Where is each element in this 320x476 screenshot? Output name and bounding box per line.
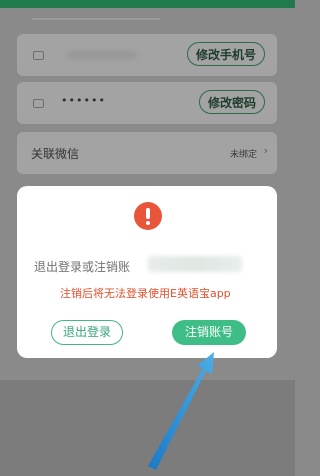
- redacted-text: [148, 256, 242, 272]
- logout-button[interactable]: 退出登录: [51, 320, 123, 345]
- password-value: ••••••: [61, 94, 106, 107]
- header-bar: [0, 0, 295, 8]
- exclamation-bar: [146, 208, 150, 219]
- wechat-label: 关联微信: [31, 147, 80, 161]
- change-phone-button[interactable]: 修改手机号: [186, 42, 265, 66]
- divider: [32, 18, 160, 20]
- chevron-right-icon: ›: [263, 144, 268, 157]
- wechat-row[interactable]: 关联微信 未绑定 ›: [17, 132, 277, 174]
- dialog-warning: 注销后将无法登录使用E英语宝app: [60, 287, 231, 300]
- change-password-button[interactable]: 修改密码: [198, 90, 265, 114]
- dialog-message: 退出登录或注销账: [34, 260, 131, 274]
- phone-icon: [33, 51, 44, 60]
- phone-number-redacted: [67, 51, 137, 59]
- phone-row: 修改手机号: [17, 34, 277, 76]
- exclamation-dot: [146, 221, 150, 225]
- cancel-account-button[interactable]: 注销账号: [172, 320, 246, 345]
- lock-icon: [33, 99, 44, 108]
- wechat-status: 未绑定: [229, 150, 257, 160]
- page-background: [0, 380, 295, 476]
- exclamation-icon: [134, 202, 162, 230]
- password-row: •••••• 修改密码: [17, 82, 277, 124]
